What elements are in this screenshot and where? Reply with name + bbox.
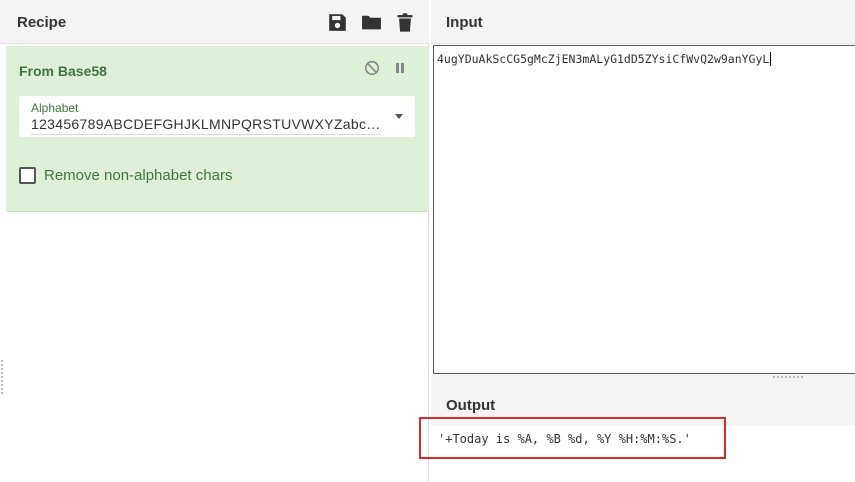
input-textarea[interactable]: 4ugYDuAkScCG5gMcZjEN3mALyG1dD5ZYsiCfWvQ2…	[433, 45, 855, 374]
pause-icon[interactable]	[393, 61, 407, 75]
recipe-pane: Recipe From Base58 Alphabet 123456789ABC…	[0, 0, 429, 482]
input-value: 4ugYDuAkScCG5gMcZjEN3mALyG1dD5ZYsiCfWvQ2…	[437, 52, 770, 66]
output-title: Output	[446, 397, 496, 414]
output-value: '+Today is %A, %B %d, %Y %H:%M:%S.'	[438, 432, 691, 446]
resize-handle[interactable]	[1, 360, 3, 394]
recipe-header: Recipe	[0, 0, 429, 44]
alphabet-underline	[31, 134, 381, 135]
recipe-title: Recipe	[17, 14, 67, 31]
alphabet-label: Alphabet	[31, 101, 79, 115]
trash-icon[interactable]	[394, 11, 416, 33]
text-caret	[770, 52, 772, 66]
remove-non-alphabet-checkbox[interactable]: Remove non-alphabet chars	[19, 166, 279, 188]
input-title: Input	[446, 14, 483, 31]
save-icon[interactable]	[326, 11, 348, 33]
checkbox-label: Remove non-alphabet chars	[44, 167, 233, 184]
operation-from-base58: From Base58 Alphabet 123456789ABCDEFGHJK…	[6, 46, 429, 212]
resize-handle-horizontal[interactable]	[773, 376, 805, 378]
checkbox-box[interactable]	[19, 167, 36, 184]
output-area[interactable]: '+Today is %A, %B %d, %Y %H:%M:%S.'	[431, 426, 855, 482]
disable-icon[interactable]	[364, 60, 380, 76]
alphabet-field[interactable]: Alphabet 123456789ABCDEFGHJKLMNPQRSTUVWX…	[19, 96, 415, 137]
operation-title: From Base58	[19, 63, 107, 79]
folder-icon[interactable]	[360, 11, 382, 33]
chevron-down-icon[interactable]	[395, 114, 403, 119]
alphabet-value[interactable]: 123456789ABCDEFGHJKLMNPQRSTUVWXYZabcdefg…	[31, 116, 383, 132]
output-header: Output	[431, 386, 855, 426]
input-text: 4ugYDuAkScCG5gMcZjEN3mALyG1dD5ZYsiCfWvQ2…	[437, 52, 772, 66]
input-header: Input	[431, 0, 855, 44]
